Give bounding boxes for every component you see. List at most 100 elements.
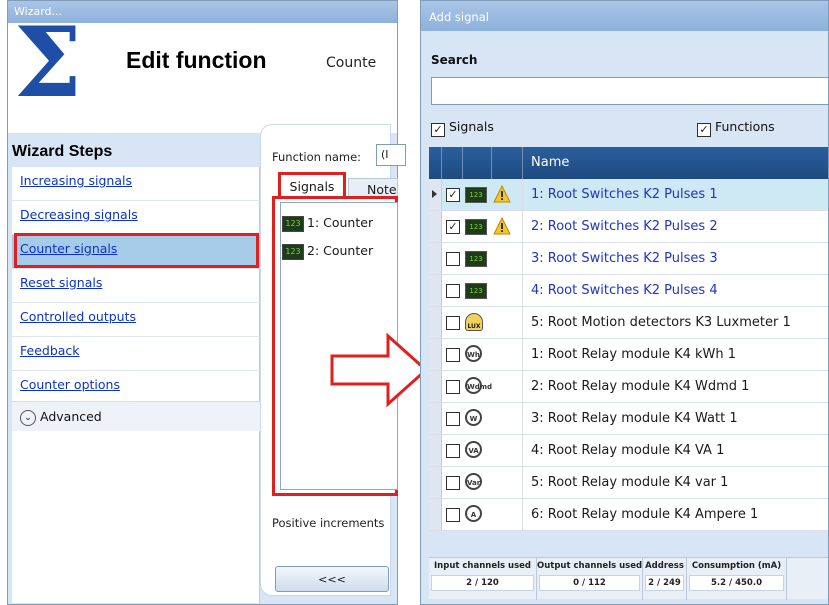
row-selector[interactable]: [429, 435, 442, 466]
table-row[interactable]: A 6: Root Relay module K4 Ampere 1: [429, 499, 828, 531]
search-label: Search: [431, 53, 478, 67]
table-row[interactable]: 123 3: Root Switches K2 Pulses 3: [429, 243, 828, 275]
row-checkbox[interactable]: [446, 444, 460, 458]
stat-value: 2 / 249: [645, 575, 684, 591]
wdmd-icon: Wdmd: [465, 377, 492, 395]
signal-name: 1: Root Switches K2 Pulses 1: [531, 187, 718, 202]
stat-cell: Consumption (mA) 5.2 / 450.0: [687, 558, 787, 600]
search-input[interactable]: [431, 77, 828, 105]
stat-label: Output channels used: [537, 561, 643, 571]
advanced-expander[interactable]: ⌄ Advanced: [12, 401, 260, 431]
pulse-counter-icon: 123: [282, 243, 304, 260]
signal-name: 5: Root Motion detectors K3 Luxmeter 1: [531, 315, 791, 330]
row-checkbox[interactable]: ✓: [446, 188, 460, 202]
function-name-label: Function name:: [272, 150, 362, 164]
step-counter-options[interactable]: Counter options: [12, 371, 260, 405]
signals-filter-checkbox[interactable]: ✓ Signals: [431, 119, 494, 137]
step-reset-signals[interactable]: Reset signals: [12, 269, 260, 303]
ampere-icon: A: [465, 505, 487, 523]
row-selector[interactable]: [429, 403, 442, 434]
table-row[interactable]: LUX 5: Root Motion detectors K3 Luxmeter …: [429, 307, 828, 339]
step-decreasing-signals[interactable]: Decreasing signals: [12, 201, 260, 235]
table-row[interactable]: VA 4: Root Relay module K4 VA 1: [429, 435, 828, 467]
checkmark-icon: ✓: [697, 123, 711, 137]
signal-name: 2: Root Switches K2 Pulses 2: [531, 219, 718, 234]
chevron-down-icon: ⌄: [20, 409, 36, 426]
list-item[interactable]: 123 1: Counter: [282, 212, 398, 237]
stat-value: 2 / 120: [431, 575, 534, 591]
watt-icon: W: [465, 409, 487, 427]
signal-name: 2: Root Relay module K4 Wdmd 1: [531, 379, 750, 394]
stat-label: Consumption (mA): [691, 561, 782, 571]
stat-cell: Address 2 / 249: [643, 558, 687, 600]
wizard-header: Σ Edit function Counte: [8, 15, 397, 133]
step-increasing-signals[interactable]: Increasing signals: [12, 167, 260, 201]
resource-stats-bar: Input channels used 2 / 120 Output channel…: [429, 557, 828, 600]
table-row[interactable]: 123 4: Root Switches K2 Pulses 4: [429, 275, 828, 307]
row-selector[interactable]: [429, 371, 442, 402]
signal-name: 4: Root Relay module K4 VA 1: [531, 443, 725, 458]
pulse-counter-icon: 123: [465, 249, 487, 267]
stat-cell: Input channels used 2 / 120: [429, 558, 537, 600]
selection-highlight-box: [14, 233, 259, 268]
stat-value: 0 / 112: [539, 575, 640, 591]
page-subtitle: Counte: [326, 55, 377, 71]
row-checkbox[interactable]: [446, 508, 460, 522]
function-name-input[interactable]: (I: [376, 144, 406, 166]
row-checkbox[interactable]: [446, 476, 460, 490]
row-selector-arrow-icon[interactable]: [429, 179, 442, 210]
back-button[interactable]: <<<: [275, 566, 389, 592]
row-selector[interactable]: [429, 307, 442, 338]
positive-increments-label: Positive increments: [272, 516, 385, 530]
add-signal-window: Add signal Search ✓ Signals ✓ Functions Na…: [420, 0, 829, 605]
row-checkbox[interactable]: [446, 412, 460, 426]
table-row[interactable]: ✓ 123 2: Root Switches K2 Pulses 2: [429, 211, 828, 243]
kwh-icon: Wh: [465, 345, 487, 363]
table-row[interactable]: W 3: Root Relay module K4 Watt 1: [429, 403, 828, 435]
row-checkbox[interactable]: [446, 284, 460, 298]
stat-value: 5.2 / 450.0: [689, 575, 784, 591]
sigma-logo-icon: Σ: [14, 6, 82, 119]
row-checkbox[interactable]: [446, 316, 460, 330]
table-row[interactable]: Wh 1: Root Relay module K4 kWh 1: [429, 339, 828, 371]
step-feedback[interactable]: Feedback: [12, 337, 260, 371]
row-selector[interactable]: [429, 211, 442, 242]
signal-name: 5: Root Relay module K4 var 1: [531, 475, 729, 490]
checkmark-icon: ✓: [431, 123, 445, 137]
row-checkbox[interactable]: [446, 348, 460, 362]
list-item[interactable]: 123 2: Counter: [282, 240, 398, 265]
functions-filter-checkbox[interactable]: ✓ Functions: [697, 119, 775, 137]
step-controlled-outputs[interactable]: Controlled outputs: [12, 303, 260, 337]
row-selector[interactable]: [429, 275, 442, 306]
warning-icon: [493, 185, 511, 203]
row-checkbox[interactable]: [446, 380, 460, 394]
pulse-counter-icon: 123: [465, 217, 487, 235]
pulse-counter-icon: 123: [465, 281, 487, 299]
va-icon: VA: [465, 441, 487, 459]
wizard-steps-title: Wizard Steps: [12, 143, 113, 160]
pulse-counter-icon: 123: [282, 215, 304, 232]
pulse-counter-icon: 123: [465, 185, 487, 203]
stat-label: Address: [645, 561, 684, 571]
signal-name: 3: Root Switches K2 Pulses 3: [531, 251, 718, 266]
table-row[interactable]: Var 5: Root Relay module K4 var 1: [429, 467, 828, 499]
warning-icon: [493, 217, 511, 235]
signal-name: 6: Root Relay module K4 Ampere 1: [531, 507, 759, 522]
add-signal-title-bar: Add signal: [421, 1, 828, 31]
row-checkbox[interactable]: ✓: [446, 220, 460, 234]
signal-name: 1: Root Relay module K4 kWh 1: [531, 347, 737, 362]
signal-name: 4: Root Switches K2 Pulses 4: [531, 283, 718, 298]
page-title: Edit function: [126, 47, 267, 73]
row-checkbox[interactable]: [446, 252, 460, 266]
table-row[interactable]: ✓ 123 1: Root Switches K2 Pulses 1: [429, 179, 828, 211]
row-selector[interactable]: [429, 467, 442, 498]
luxmeter-icon: LUX: [465, 313, 487, 331]
row-selector[interactable]: [429, 243, 442, 274]
grid-header: Name: [429, 147, 828, 179]
table-row[interactable]: Wdmd 2: Root Relay module K4 Wdmd 1: [429, 371, 828, 403]
row-selector[interactable]: [429, 339, 442, 370]
signal-name: 3: Root Relay module K4 Watt 1: [531, 411, 738, 426]
name-column-header[interactable]: Name: [531, 155, 569, 170]
right-arrow-icon: [330, 332, 429, 408]
row-selector[interactable]: [429, 499, 442, 530]
